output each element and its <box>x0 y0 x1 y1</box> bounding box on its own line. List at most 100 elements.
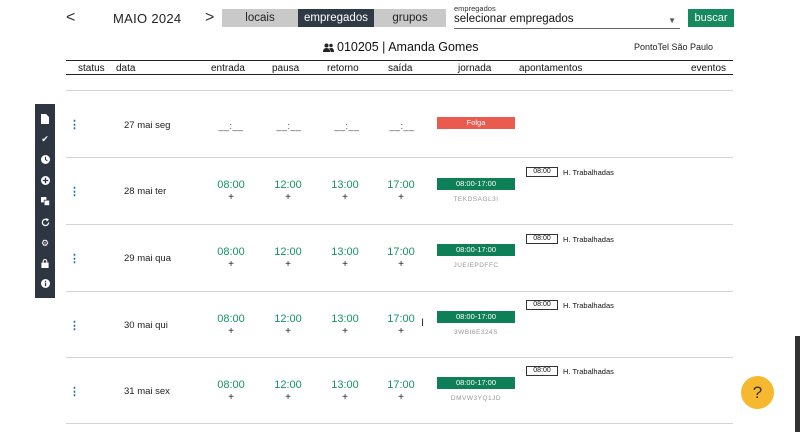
row-date: 30 mai qui <box>124 320 168 331</box>
entrada-empty[interactable]: __:__ <box>211 121 251 131</box>
row-date: 29 mai qua <box>124 253 172 264</box>
lock-icon[interactable] <box>35 256 55 270</box>
add-pausa-button[interactable]: + <box>271 392 305 403</box>
jornada-badge[interactable]: 08:00-17:00 <box>437 178 515 190</box>
add-retorno-button[interactable]: + <box>328 392 362 403</box>
col-data: data <box>116 63 136 74</box>
tab-empregados[interactable]: empregados <box>298 9 374 27</box>
employee-select[interactable]: selecionar empregados ▼ <box>454 12 680 29</box>
add-entrada-button[interactable]: + <box>214 326 248 337</box>
retorno-time[interactable]: 13:00 <box>328 379 362 391</box>
pausa-time[interactable]: 12:00 <box>271 179 305 191</box>
retorno-time[interactable]: 13:00 <box>328 313 362 325</box>
col-jornada: jornada <box>458 63 492 74</box>
clock-icon[interactable] <box>35 152 55 166</box>
users-icon <box>323 43 334 52</box>
col-pausa: pausa <box>272 63 300 74</box>
add-pausa-button[interactable]: + <box>271 259 305 270</box>
saida-time[interactable]: 17:00 <box>384 379 418 391</box>
pausa-time[interactable]: 12:00 <box>271 246 305 258</box>
file-icon[interactable] <box>35 112 55 126</box>
add-pausa-button[interactable]: + <box>271 192 305 203</box>
saida-time[interactable]: 17:00 <box>384 246 418 258</box>
col-retorno: retorno <box>327 63 359 74</box>
jornada-badge[interactable]: 08:00-17:00 <box>437 244 515 256</box>
record-code: 3WBI6E324S <box>453 329 499 336</box>
page-scrollbar[interactable] <box>795 336 800 432</box>
retorno-time[interactable]: 13:00 <box>328 246 362 258</box>
table-row: ⋮ 30 mai qui 08:00 12:00 13:00 17:00 + +… <box>66 291 733 357</box>
table-row: ⋮ 28 mai ter 08:00 12:00 13:00 17:00 + +… <box>66 157 733 224</box>
entrada-time[interactable]: 08:00 <box>214 313 248 325</box>
jornada-badge[interactable]: Folga <box>437 117 515 129</box>
hours-value[interactable]: 08:00 <box>526 366 558 376</box>
add-saida-button[interactable]: + <box>384 326 418 337</box>
employee-name: 010205 | Amanda Gomes <box>337 40 479 54</box>
employee-select-value: selecionar empregados <box>454 13 574 25</box>
table-row: ⋮ 29 mai qua 08:00 12:00 13:00 17:00 + +… <box>66 224 733 291</box>
help-button[interactable]: ? <box>741 376 774 409</box>
next-month-arrow[interactable]: > <box>205 10 214 26</box>
hours-value[interactable]: 08:00 <box>526 234 558 244</box>
add-entrada-button[interactable]: + <box>214 192 248 203</box>
add-entrada-button[interactable]: + <box>214 392 248 403</box>
table-row: ⋮ 31 mai sex 08:00 12:00 13:00 17:00 + +… <box>66 357 733 424</box>
pausa-empty[interactable]: __:__ <box>269 121 309 131</box>
employee-title: 010205 | Amanda Gomes <box>323 40 479 54</box>
pausa-time[interactable]: 12:00 <box>271 313 305 325</box>
saida-time[interactable]: 17:00 <box>384 179 418 191</box>
action-sidebar: ✔ ⚙ <box>35 104 55 298</box>
entrada-time[interactable]: 08:00 <box>214 179 248 191</box>
row-menu-icon[interactable]: ⋮ <box>69 252 80 265</box>
jornada-badge[interactable]: 08:00-17:00 <box>437 377 515 389</box>
row-menu-icon[interactable]: ⋮ <box>69 185 80 198</box>
col-apontamentos: apontamentos <box>519 63 583 74</box>
add-retorno-button[interactable]: + <box>328 192 362 203</box>
caret-down-icon: ▼ <box>668 16 676 25</box>
text-cursor-icon: I <box>421 317 425 329</box>
check-icon[interactable]: ✔ <box>35 132 55 146</box>
search-button[interactable]: buscar <box>688 9 734 27</box>
col-entrada: entrada <box>211 63 245 74</box>
saida-empty[interactable]: __:__ <box>382 121 422 131</box>
clone-icon[interactable] <box>35 194 55 208</box>
plus-circle-icon[interactable] <box>35 173 55 187</box>
gear-icon[interactable]: ⚙ <box>35 236 55 250</box>
add-entrada-button[interactable]: + <box>214 259 248 270</box>
tab-grupos[interactable]: grupos <box>374 9 446 27</box>
entrada-time[interactable]: 08:00 <box>214 379 248 391</box>
hours-label: H. Trabalhadas <box>563 367 614 376</box>
table-header: status data entrada pausa retorno saída … <box>66 60 733 75</box>
employee-header: 010205 | Amanda Gomes PontoTel São Paulo <box>0 39 800 57</box>
hours-value[interactable]: 08:00 <box>526 167 558 177</box>
col-saida: saída <box>388 63 413 74</box>
entrada-time[interactable]: 08:00 <box>214 246 248 258</box>
row-menu-icon[interactable]: ⋮ <box>69 385 80 398</box>
info-icon[interactable] <box>35 276 55 290</box>
prev-month-arrow[interactable]: < <box>66 10 75 26</box>
row-menu-icon[interactable]: ⋮ <box>69 319 80 332</box>
top-toolbar: < MAIO 2024 > locais empregados grupos e… <box>0 0 800 36</box>
row-menu-icon[interactable]: ⋮ <box>69 118 80 131</box>
month-label: MAIO 2024 <box>113 11 182 26</box>
hours-label: H. Trabalhadas <box>563 301 614 310</box>
hours-value[interactable]: 08:00 <box>526 300 558 310</box>
add-saida-button[interactable]: + <box>384 259 418 270</box>
add-pausa-button[interactable]: + <box>271 326 305 337</box>
refresh-icon[interactable] <box>35 215 55 229</box>
add-saida-button[interactable]: + <box>384 392 418 403</box>
hours-label: H. Trabalhadas <box>563 235 614 244</box>
saida-time[interactable]: 17:00 <box>384 313 418 325</box>
add-retorno-button[interactable]: + <box>328 259 362 270</box>
add-saida-button[interactable]: + <box>384 192 418 203</box>
tab-locais[interactable]: locais <box>222 9 298 27</box>
table-row: ⋮ 27 mai seg __:__ __:__ __:__ __:__ Fol… <box>66 90 733 157</box>
pausa-time[interactable]: 12:00 <box>271 379 305 391</box>
record-code: DMVW3YQ1JD <box>450 395 502 402</box>
jornada-badge[interactable]: 08:00-17:00 <box>437 311 515 323</box>
add-retorno-button[interactable]: + <box>328 326 362 337</box>
row-date: 28 mai ter <box>124 186 167 197</box>
retorno-time[interactable]: 13:00 <box>328 179 362 191</box>
row-date: 31 mai sex <box>124 386 170 397</box>
retorno-empty[interactable]: __:__ <box>327 121 367 131</box>
